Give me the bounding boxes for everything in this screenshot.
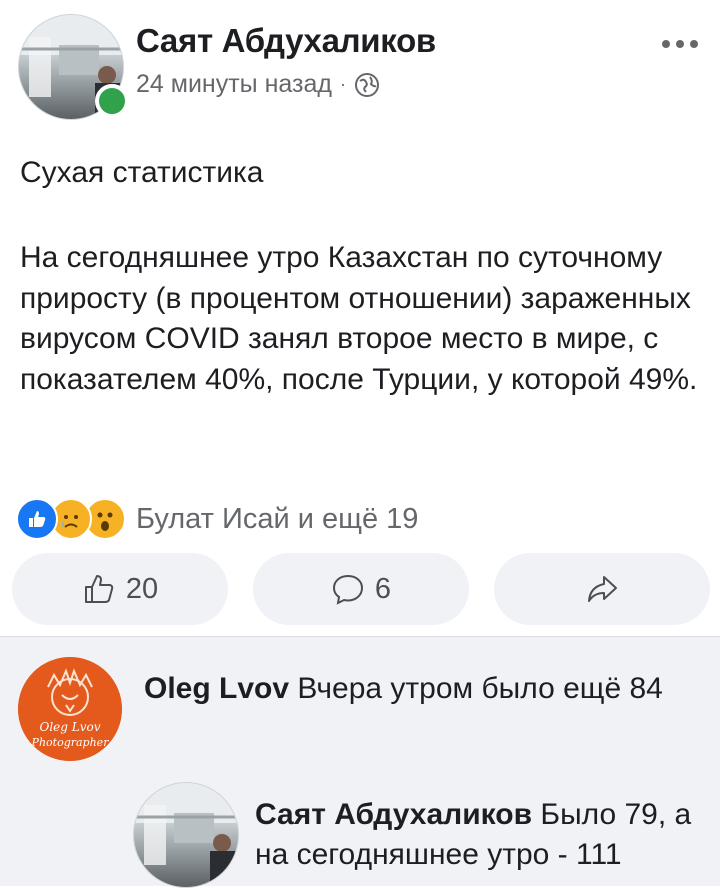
share-button[interactable] [494, 553, 710, 625]
comments-section: Oleg Lvov Photographer Oleg Lvov Вчера у… [0, 636, 720, 888]
like-reaction-icon [16, 498, 58, 540]
comment-button[interactable]: 6 [253, 553, 469, 625]
comment-author[interactable]: Oleg Lvov [144, 672, 289, 705]
author-name[interactable]: Саят Абдухаликов [136, 22, 436, 60]
post-time[interactable]: 24 минуты назад [136, 70, 332, 99]
svg-text:Oleg Lvov: Oleg Lvov [39, 720, 100, 734]
share-arrow-icon [588, 576, 617, 602]
meta-separator: · [339, 74, 346, 94]
lion-logo-icon: Oleg Lvov Photographer [18, 657, 122, 761]
more-options-icon[interactable] [662, 40, 698, 48]
globe-icon [354, 72, 379, 97]
comment-text: Вчера утром было ещё 84 [297, 672, 663, 705]
avatar-photo [134, 783, 238, 887]
comment-bubble-icon [332, 574, 363, 605]
online-status-dot [95, 84, 129, 118]
svg-text:Photographer: Photographer [31, 736, 110, 749]
comment-count: 6 [374, 572, 392, 605]
reply-avatar[interactable] [133, 782, 239, 888]
reactions-row[interactable]: Булат Исай и ещё 19 [16, 498, 418, 540]
thumbs-up-icon [84, 575, 114, 603]
post-meta: 24 минуты назад · [136, 70, 380, 99]
action-bar: 20 6 [12, 553, 710, 625]
like-button[interactable]: 20 [12, 553, 228, 625]
like-count: 20 [125, 572, 159, 605]
reactions-summary[interactable]: Булат Исай и ещё 19 [136, 503, 418, 536]
post-card: Саят Абдухаликов 24 минуты назад · Сухая… [0, 0, 720, 636]
comment-1: Oleg Lvov Вчера утром было ещё 84 [144, 669, 684, 709]
post-title: Сухая статистика [20, 156, 264, 189]
commenter-avatar[interactable]: Oleg Lvov Photographer [18, 657, 122, 761]
post-body: На сегодняшнее утро Казахстан по суточно… [20, 241, 698, 396]
comment-author[interactable]: Саят Абдухаликов [255, 798, 532, 831]
comment-2: Саят Абдухаликов Было 79, а на сегодняшн… [255, 795, 715, 875]
